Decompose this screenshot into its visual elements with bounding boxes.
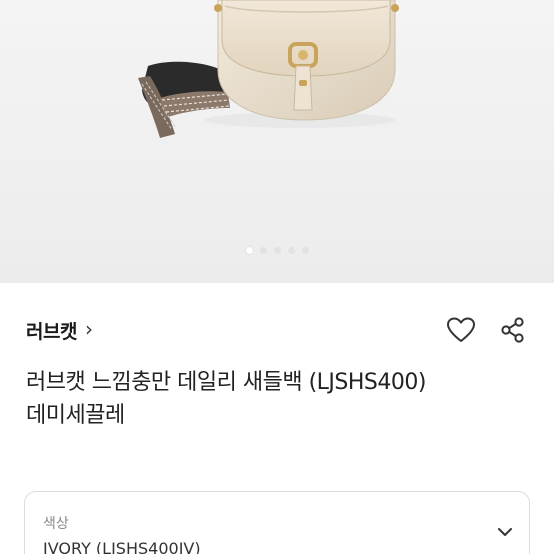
heart-outline-icon	[447, 317, 475, 342]
chevron-right-icon: ›	[84, 317, 93, 341]
brand-row: 러브캣 ›	[26, 313, 530, 347]
favorite-button[interactable]	[444, 313, 478, 347]
carousel-indicator[interactable]	[0, 247, 554, 254]
share-button[interactable]	[496, 313, 530, 347]
product-photo	[0, 0, 554, 283]
option-value: IVORY (LJSHS400IV)	[43, 539, 201, 554]
share-icon	[501, 317, 524, 343]
product-actions	[444, 313, 530, 347]
carousel-dot-2[interactable]	[259, 247, 267, 254]
carousel-dot-4[interactable]	[287, 247, 295, 254]
carousel-dot-5[interactable]	[301, 247, 309, 254]
brand-link[interactable]: 러브캣 ›	[26, 317, 93, 344]
carousel-dot-1[interactable]	[245, 247, 253, 254]
brand-name: 러브캣	[26, 320, 77, 343]
color-option-select[interactable]: 색상 IVORY (LJSHS400IV)	[24, 491, 530, 554]
carousel-dot-3[interactable]	[273, 247, 281, 254]
chevron-down-icon	[498, 528, 512, 536]
option-label: 색상	[43, 516, 69, 532]
product-title: 러브캣 느낌충만 데일리 새들백 (LJSHS400) 데미세끌레	[26, 370, 426, 428]
product-image-carousel[interactable]	[0, 0, 554, 283]
